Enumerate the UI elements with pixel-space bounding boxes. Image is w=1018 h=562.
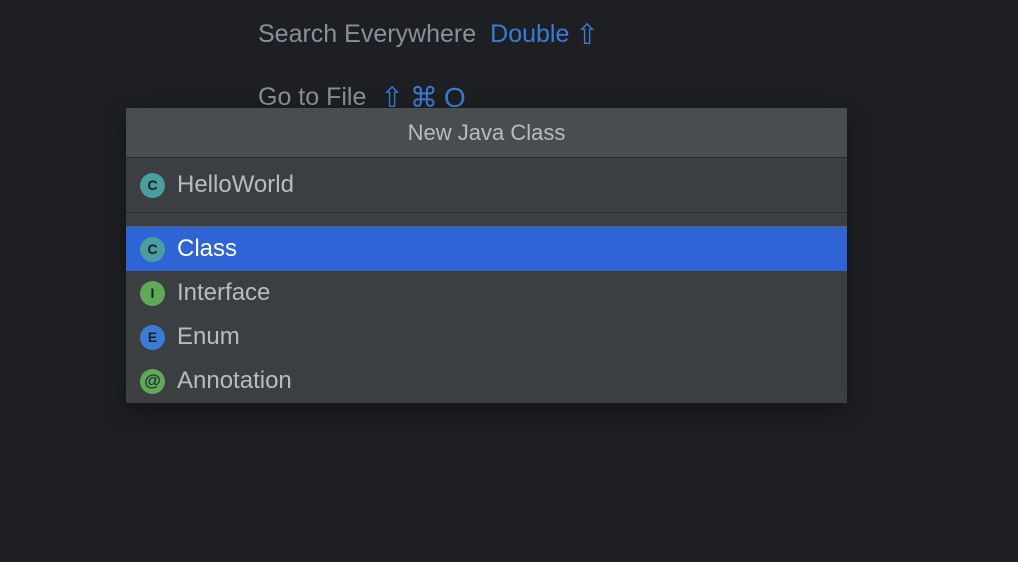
shift-icon: ⇧ — [575, 21, 598, 49]
option-label: Annotation — [177, 367, 292, 395]
hint-search-everywhere: Search Everywhere Double ⇧ — [258, 20, 599, 49]
option-class[interactable]: C Class — [126, 227, 847, 271]
hint-label: Search Everywhere — [258, 20, 476, 49]
option-annotation[interactable]: @ Annotation — [126, 359, 847, 403]
list-separator — [126, 213, 847, 227]
dialog-title: New Java Class — [126, 108, 847, 157]
class-icon: C — [140, 237, 165, 262]
annotation-icon: @ — [140, 369, 165, 394]
class-icon: C — [140, 173, 165, 198]
new-java-class-dialog: New Java Class C HelloWorld C Class I In… — [126, 108, 847, 403]
option-label: Enum — [177, 323, 240, 351]
type-option-list: C Class I Interface E Enum @ Annotation — [126, 227, 847, 403]
enum-icon: E — [140, 325, 165, 350]
hint-shortcut: Double ⇧ — [490, 20, 599, 49]
option-enum[interactable]: E Enum — [126, 315, 847, 359]
shortcut-text: Double — [490, 20, 569, 49]
option-interface[interactable]: I Interface — [126, 271, 847, 315]
option-label: Interface — [177, 279, 270, 307]
class-name-input-row[interactable]: C HelloWorld — [126, 157, 847, 213]
interface-icon: I — [140, 281, 165, 306]
option-label: Class — [177, 235, 237, 263]
class-name-input[interactable]: HelloWorld — [177, 171, 294, 199]
